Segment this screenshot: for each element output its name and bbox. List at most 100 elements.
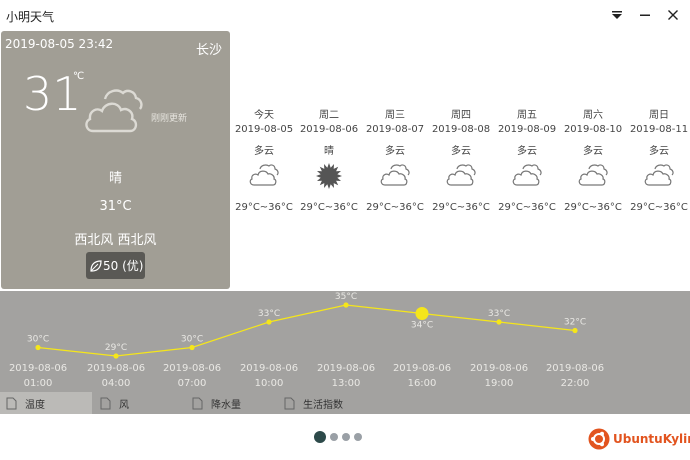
sun-icon	[316, 163, 342, 189]
page-dot[interactable]	[314, 431, 326, 443]
tab-label: 降水量	[211, 399, 241, 411]
cloudy-icon	[644, 164, 674, 186]
temperature-label: 30°C	[27, 335, 49, 345]
forecast-date: 2019-08-10	[563, 124, 623, 135]
forecast-weekday: 周六	[583, 110, 603, 121]
hour-date-label: 2019-08-06	[87, 363, 145, 374]
cloudy-icon	[578, 164, 608, 186]
forecast-temp-range: 29°C~36°C	[300, 202, 358, 213]
forecast-day: 今天 2019-08-05 多云 29°C~36°C	[233, 106, 295, 213]
forecast-condition: 晴	[324, 146, 334, 157]
forecast-condition: 多云	[583, 146, 603, 157]
hour-time-label: 16:00	[408, 378, 437, 389]
current-condition: 晴	[108, 171, 122, 186]
temperature-label: 33°C	[488, 309, 510, 319]
document-icon	[284, 397, 295, 409]
forecast-weekday: 今天	[254, 110, 274, 121]
hour-date-label: 2019-08-06	[9, 363, 67, 374]
cloudy-icon	[85, 89, 143, 133]
forecast-day: 周二 2019-08-06 晴 29°C~36°C	[298, 106, 360, 213]
window-title: 小明天气	[6, 10, 55, 24]
forecast-weekday: 周四	[451, 110, 471, 121]
forecast-date: 2019-08-11	[629, 124, 689, 135]
current-datetime: 2019-08-05 23:42	[5, 37, 114, 51]
tab-precipitation[interactable]: 降水量	[186, 392, 278, 414]
hour-time-label: 22:00	[561, 378, 590, 389]
forecast-condition: 多云	[451, 146, 471, 157]
document-icon	[6, 397, 17, 409]
current-wind: 西北风 西北风	[74, 233, 157, 248]
temperature-point[interactable]	[266, 319, 272, 325]
forecast-day: 周五 2019-08-09 多云 29°C~36°C	[496, 106, 558, 213]
forecast-temp-range: 29°C~36°C	[498, 202, 556, 213]
cloudy-icon	[446, 164, 476, 186]
forecast-date: 2019-08-05	[234, 124, 294, 135]
page-dot[interactable]	[342, 433, 350, 441]
forecast-date: 2019-08-06	[299, 124, 359, 135]
cloudy-icon	[512, 164, 542, 186]
temperature-label: 35°C	[335, 292, 357, 302]
tab-life-index[interactable]: 生活指数	[278, 392, 378, 414]
hour-time-label: 19:00	[485, 378, 514, 389]
ubuntukylin-logo: UbuntuKylin	[588, 428, 690, 450]
hour-time-label: 04:00	[102, 378, 131, 389]
forecast-condition: 多云	[254, 146, 274, 157]
page-indicator	[314, 431, 366, 443]
forecast-temp-range: 29°C~36°C	[432, 202, 490, 213]
temperature-point[interactable]	[189, 344, 195, 351]
forecast-temp-range: 29°C~36°C	[630, 202, 688, 213]
city-name[interactable]: 长沙	[196, 39, 222, 58]
temperature-label: 32°C	[564, 318, 586, 328]
document-icon	[192, 397, 203, 409]
logo-text: UbuntuKylin	[613, 432, 690, 446]
forecast-weekday: 周三	[385, 110, 405, 121]
forecast-day: 周六 2019-08-10 多云 29°C~36°C	[562, 106, 624, 213]
hour-date-label: 2019-08-06	[317, 363, 375, 374]
chart-tabs: 温度 风 降水量 生活指数	[0, 392, 690, 414]
page-dot[interactable]	[354, 433, 362, 441]
hour-time-label: 07:00	[178, 378, 207, 389]
temperature-point[interactable]	[572, 327, 578, 334]
temperature-point[interactable]	[415, 307, 429, 320]
tab-label: 生活指数	[303, 399, 343, 411]
hour-date-label: 2019-08-06	[470, 363, 528, 374]
hour-date-label: 2019-08-06	[393, 363, 451, 374]
menu-dropdown-icon	[612, 11, 622, 19]
title-bar: 小明天气	[0, 0, 690, 30]
tab-temperature[interactable]: 温度	[0, 392, 92, 414]
hour-time-label: 10:00	[255, 378, 284, 389]
tab-label: 风	[119, 399, 129, 411]
temperature-label: 30°C	[181, 335, 203, 345]
temperature-point[interactable]	[35, 344, 41, 351]
leaf-icon	[90, 259, 102, 272]
temperature-label: 34°C	[411, 321, 433, 331]
forecast-weekday: 周二	[319, 110, 339, 121]
update-status: 刚刚更新	[151, 114, 188, 124]
hour-date-label: 2019-08-06	[163, 363, 221, 374]
forecast-temp-range: 29°C~36°C	[564, 202, 622, 213]
tab-wind[interactable]: 风	[94, 392, 186, 414]
menu-button[interactable]	[606, 4, 628, 26]
temperature-point[interactable]	[113, 353, 119, 359]
page-dot[interactable]	[330, 433, 338, 441]
hour-date-label: 2019-08-06	[546, 363, 604, 374]
cloudy-icon	[249, 164, 279, 186]
minimize-icon	[640, 14, 650, 16]
hour-time-label: 13:00	[332, 378, 361, 389]
forecast-temp-range: 29°C~36°C	[366, 202, 424, 213]
minimize-button[interactable]	[634, 4, 656, 26]
temperature-point[interactable]	[496, 319, 502, 325]
cloudy-icon	[380, 164, 410, 186]
forecast-condition: 多云	[385, 146, 405, 157]
aqi-badge[interactable]: 50 (优)	[86, 252, 145, 279]
temperature-label: 33°C	[258, 309, 280, 319]
close-button[interactable]	[662, 4, 684, 26]
temperature-label: 29°C	[105, 343, 127, 353]
forecast-date: 2019-08-09	[497, 124, 557, 135]
forecast-date: 2019-08-08	[431, 124, 491, 135]
document-icon	[100, 397, 111, 409]
forecast-day: 周三 2019-08-07 多云 29°C~36°C	[364, 106, 426, 213]
hour-time-label: 01:00	[24, 378, 53, 389]
current-temp-range: 31°C	[99, 199, 132, 214]
temperature-point[interactable]	[343, 302, 349, 308]
